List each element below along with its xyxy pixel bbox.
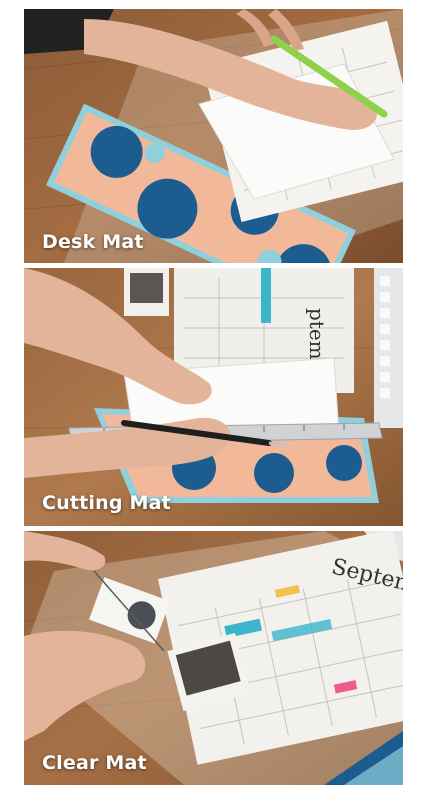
desk-mat-scene (24, 9, 403, 263)
panel-caption: Desk Mat (42, 231, 144, 253)
panel-caption: Cutting Mat (42, 492, 171, 514)
panel-caption: Clear Mat (42, 752, 147, 774)
clear-mat-photo: September Clear Mat (24, 531, 403, 785)
cutting-mat-scene: ptember (24, 268, 403, 526)
clear-mat-scene: September (24, 531, 403, 785)
cutting-mat-photo: ptember Cutting Mat (24, 268, 403, 526)
desk-mat-photo: Desk Mat (24, 9, 403, 263)
